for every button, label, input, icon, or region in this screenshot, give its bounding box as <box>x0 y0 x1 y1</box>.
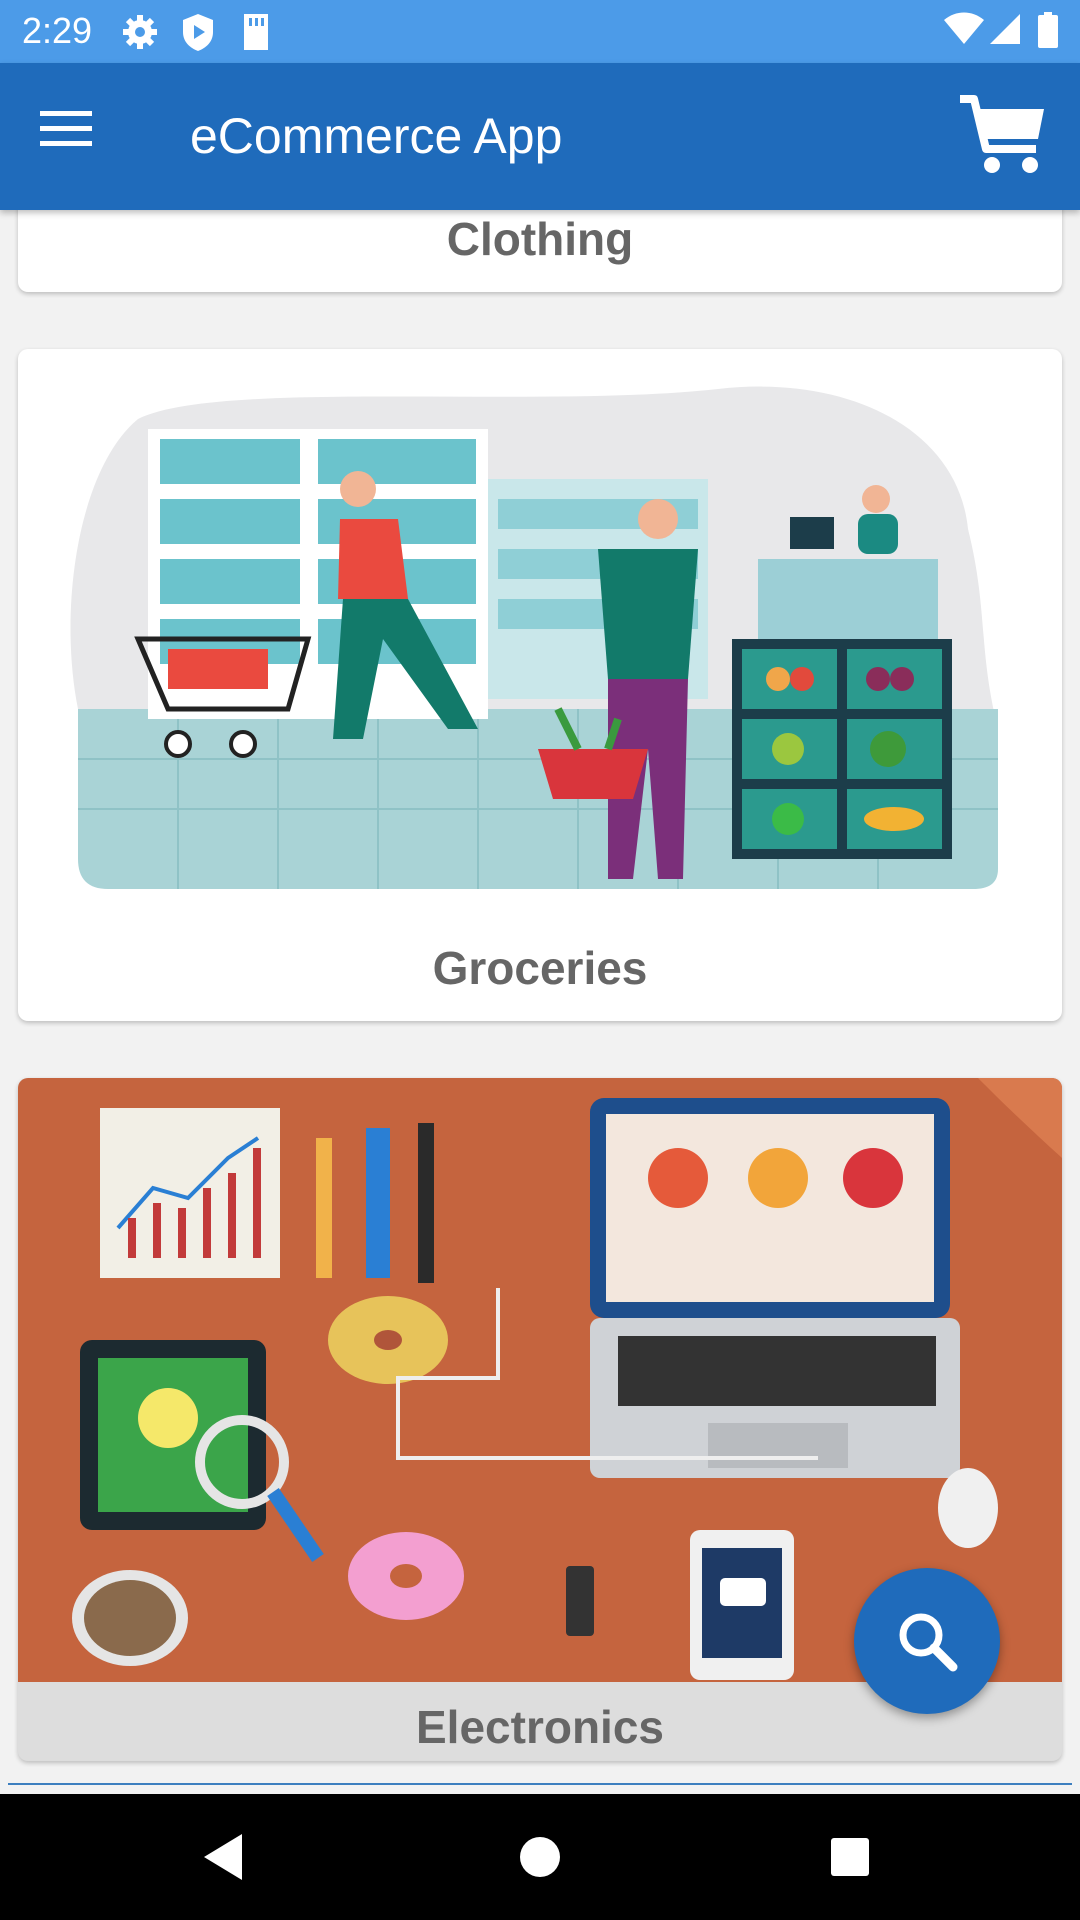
category-label: Clothing <box>446 213 634 265</box>
nav-recents-button[interactable] <box>815 1822 885 1892</box>
search-fab-button[interactable] <box>854 1568 1000 1714</box>
gear-icon <box>123 15 157 49</box>
bottom-divider <box>8 1783 1072 1785</box>
app-title: eCommerce App <box>190 108 563 164</box>
shopping-cart-icon <box>960 95 1044 173</box>
category-list[interactable]: Clothing Groceries Electronics <box>0 210 1080 1788</box>
recents-icon <box>831 1838 869 1876</box>
status-bar: 2:29 <box>0 0 1080 63</box>
signal-icon <box>990 14 1020 44</box>
battery-icon <box>1038 12 1058 48</box>
wifi-icon <box>944 12 984 44</box>
nav-back-button[interactable] <box>190 1822 260 1892</box>
groceries-image <box>70 386 998 889</box>
sd-card-icon <box>244 14 268 50</box>
category-label: Groceries <box>432 942 648 994</box>
home-icon <box>520 1837 560 1877</box>
menu-button[interactable] <box>40 109 100 165</box>
hamburger-menu-icon <box>40 111 92 146</box>
status-time: 2:29 <box>22 10 93 51</box>
search-icon <box>899 1613 958 1672</box>
cart-button[interactable] <box>958 93 1054 189</box>
system-nav-bar <box>0 1794 1080 1920</box>
shield-play-icon <box>183 14 213 51</box>
app-bar: eCommerce App <box>0 63 1080 210</box>
category-card-clothing[interactable]: Clothing <box>18 210 1062 292</box>
category-card-groceries[interactable]: Groceries <box>18 349 1062 1021</box>
back-icon <box>204 1834 242 1880</box>
nav-home-button[interactable] <box>505 1822 575 1892</box>
